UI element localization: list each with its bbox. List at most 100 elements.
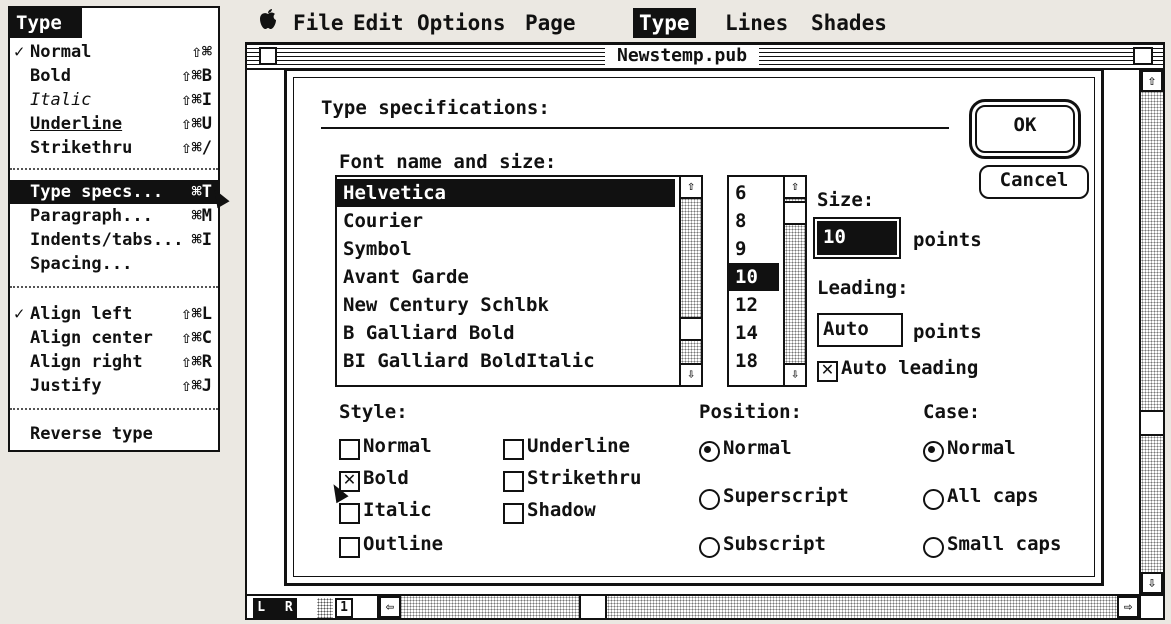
- menu-lines[interactable]: Lines: [719, 8, 794, 38]
- size-box-icon[interactable]: [1139, 594, 1163, 618]
- scroll-up-arrow-icon[interactable]: ⇧: [785, 177, 805, 199]
- cancel-button[interactable]: Cancel: [979, 165, 1089, 199]
- menu-item-justify[interactable]: Justify ⇧⌘J: [10, 374, 218, 398]
- menu-item-underline[interactable]: Underline ⇧⌘U: [10, 112, 218, 136]
- font-list-item[interactable]: BI Galliard BoldItalic: [337, 347, 595, 375]
- size-input[interactable]: 10: [813, 217, 901, 259]
- style-shadow-label: Shadow: [527, 499, 596, 521]
- title-bar[interactable]: Newstemp.pub: [247, 44, 1163, 70]
- menu-bar: File Edit Options Page Type Lines Shades: [245, 4, 887, 42]
- horizontal-scroll-thumb[interactable]: [579, 596, 607, 618]
- menu-item-align-right[interactable]: Align right ⇧⌘R: [10, 350, 218, 374]
- master-pages-icon[interactable]: L R: [253, 598, 297, 618]
- menu-item-paragraph[interactable]: Paragraph... ⌘M: [10, 204, 218, 228]
- close-box-icon[interactable]: [259, 47, 277, 65]
- font-list-item[interactable]: Avant Garde: [337, 263, 469, 291]
- menu-item-italic[interactable]: Italic ⇧⌘I: [10, 88, 218, 112]
- size-list-scrollbar[interactable]: ⇧ ⇩: [783, 177, 805, 385]
- size-list-item[interactable]: 12: [729, 291, 758, 319]
- position-normal-radio[interactable]: [699, 441, 720, 462]
- position-label: Position:: [699, 401, 802, 423]
- font-list-item[interactable]: New Century Schlbk: [337, 291, 549, 319]
- size-list-item[interactable]: 6: [729, 179, 746, 207]
- vertical-scroll-thumb[interactable]: [1141, 410, 1163, 436]
- scroll-up-arrow-icon[interactable]: ⇧: [681, 177, 701, 199]
- menu-item-strikethru[interactable]: Strikethru ⇧⌘/: [10, 136, 218, 160]
- font-list-scrollbar[interactable]: ⇧ ⇩: [679, 177, 701, 385]
- menu-page[interactable]: Page: [519, 8, 582, 38]
- position-superscript-radio[interactable]: [699, 489, 720, 510]
- zoom-box-icon[interactable]: [1133, 47, 1153, 65]
- menu-item-normal[interactable]: ✓ Normal ⇧⌘: [10, 40, 218, 64]
- font-list-item[interactable]: Symbol: [337, 235, 412, 263]
- menu-item-spacing[interactable]: Spacing...: [10, 252, 218, 276]
- case-all-caps-radio[interactable]: [923, 489, 944, 510]
- style-italic-label: Italic: [363, 499, 432, 521]
- menu-options[interactable]: Options: [411, 8, 512, 38]
- font-list-scroll-thumb[interactable]: [681, 317, 701, 341]
- menu-type[interactable]: Type: [633, 8, 696, 38]
- menu-item-label: Spacing...: [30, 254, 133, 274]
- font-list-item[interactable]: B Galliard Bold: [337, 319, 515, 347]
- vertical-scrollbar[interactable]: ⇧ ⇩: [1139, 70, 1163, 594]
- menu-item-label: Align right: [30, 352, 143, 372]
- size-list-scroll-thumb[interactable]: [785, 201, 805, 225]
- leading-label: Leading:: [817, 277, 909, 299]
- menu-item-label: Italic: [30, 90, 92, 110]
- size-list-item[interactable]: 9: [729, 235, 746, 263]
- menu-item-reverse-type[interactable]: Reverse type: [10, 422, 218, 446]
- size-unit-label: points: [913, 229, 982, 251]
- apple-menu-icon[interactable]: [253, 8, 283, 38]
- ok-button[interactable]: OK: [969, 99, 1081, 159]
- scroll-down-arrow-icon[interactable]: ⇩: [785, 363, 805, 385]
- menu-edit[interactable]: Edit: [347, 8, 410, 38]
- style-underline-checkbox[interactable]: [503, 439, 524, 460]
- style-normal-checkbox[interactable]: [339, 439, 360, 460]
- menu-divider: [10, 408, 218, 410]
- menu-item-indents-tabs[interactable]: Indents/tabs... ⌘I: [10, 228, 218, 252]
- shortcut-label: ⇧⌘U: [181, 114, 212, 134]
- page-1-icon[interactable]: 1: [335, 598, 353, 618]
- size-list-item[interactable]: 8: [729, 207, 746, 235]
- position-subscript-radio[interactable]: [699, 537, 720, 558]
- scroll-down-arrow-icon[interactable]: ⇩: [1141, 572, 1163, 594]
- size-list-item[interactable]: 14: [729, 319, 758, 347]
- size-list-item[interactable]: 18: [729, 347, 758, 375]
- case-small-caps-radio[interactable]: [923, 537, 944, 558]
- menu-item-align-left[interactable]: ✓ Align left ⇧⌘L: [10, 302, 218, 326]
- font-list-item[interactable]: Helvetica: [337, 179, 675, 207]
- shortcut-label: ⇧⌘B: [181, 66, 212, 86]
- style-outline-checkbox[interactable]: [339, 537, 360, 558]
- menu-item-type-specs[interactable]: Type specs... ⌘T: [10, 180, 218, 204]
- scroll-right-arrow-icon[interactable]: ⇨: [1117, 596, 1139, 618]
- menu-item-label: Paragraph...: [30, 206, 153, 226]
- style-italic-checkbox[interactable]: [339, 503, 360, 524]
- scroll-left-arrow-icon[interactable]: ⇦: [379, 596, 401, 618]
- style-strikethru-checkbox[interactable]: [503, 471, 524, 492]
- case-normal-radio[interactable]: [923, 441, 944, 462]
- menu-shades[interactable]: Shades: [805, 8, 893, 38]
- position-normal-label: Normal: [723, 437, 792, 459]
- font-list[interactable]: Helvetica Courier Symbol Avant Garde New…: [335, 175, 703, 387]
- font-list-item[interactable]: Courier: [337, 207, 423, 235]
- menu-divider: [10, 168, 218, 170]
- menu-file[interactable]: File: [287, 8, 350, 38]
- shortcut-label: ⇧⌘J: [181, 376, 212, 396]
- menu-item-bold[interactable]: Bold ⇧⌘B: [10, 64, 218, 88]
- scroll-down-arrow-icon[interactable]: ⇩: [681, 363, 701, 385]
- menu-item-label: Reverse type: [30, 424, 153, 444]
- menu-item-label: Align center: [30, 328, 153, 348]
- style-underline-label: Underline: [527, 435, 630, 457]
- style-shadow-checkbox[interactable]: [503, 503, 524, 524]
- case-label: Case:: [923, 401, 981, 423]
- menu-item-align-center[interactable]: Align center ⇧⌘C: [10, 326, 218, 350]
- scroll-up-arrow-icon[interactable]: ⇧: [1141, 70, 1163, 92]
- leading-input[interactable]: Auto: [817, 313, 903, 347]
- size-list-item[interactable]: 10: [729, 263, 779, 291]
- window-title: Newstemp.pub: [605, 45, 760, 67]
- menu-divider: [10, 286, 218, 288]
- horizontal-scrollbar[interactable]: ⇦ ⇨: [377, 594, 1139, 618]
- size-label: Size:: [817, 189, 875, 211]
- size-list[interactable]: 6 8 9 10 12 14 18 ⇧ ⇩: [727, 175, 807, 387]
- auto-leading-checkbox[interactable]: ✕: [817, 361, 838, 382]
